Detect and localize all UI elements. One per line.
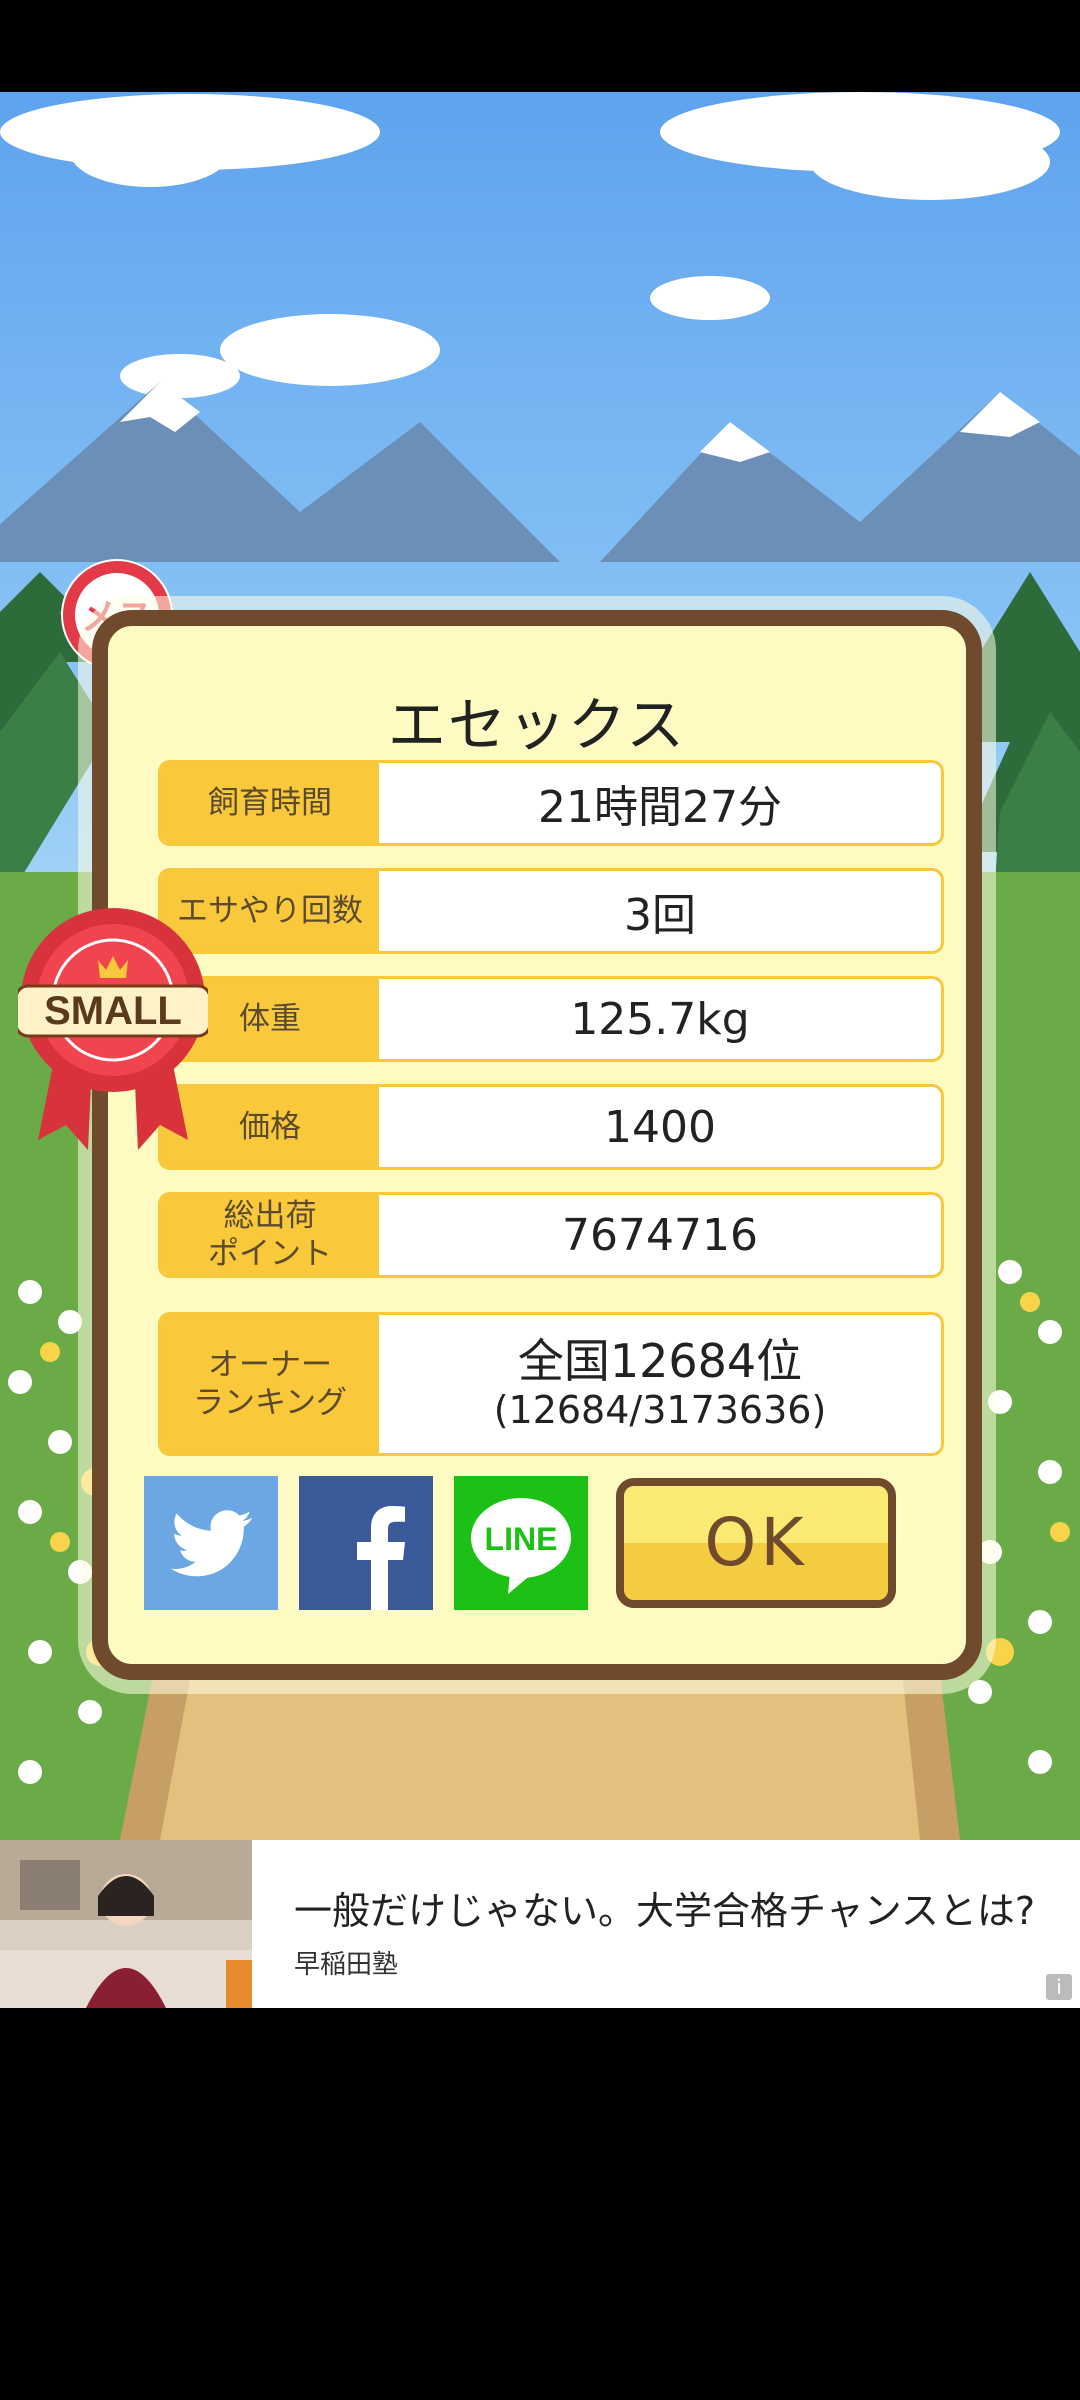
info-icon[interactable]: i bbox=[1046, 1974, 1072, 2000]
stat-row-weight: 体重 125.7kg bbox=[158, 976, 944, 1062]
stat-value: 125.7kg bbox=[570, 993, 750, 1045]
line-share-button[interactable]: LINE bbox=[454, 1476, 588, 1610]
pig-name-title: エセックス bbox=[387, 691, 687, 759]
small-size-ribbon-icon: SMALL bbox=[18, 908, 208, 1150]
facebook-share-button[interactable] bbox=[299, 1476, 433, 1610]
ad-headline[interactable]: 一般だけじゃない。大学合格チャンスとは? bbox=[294, 1880, 1035, 1935]
stat-value: 3回 bbox=[624, 890, 696, 941]
stat-label: 総出荷 ポイント bbox=[161, 1195, 379, 1275]
stat-label: オーナー ランキング bbox=[161, 1315, 379, 1453]
stat-value: 1400 bbox=[604, 1101, 716, 1153]
twitter-share-button[interactable] bbox=[144, 1476, 278, 1610]
stat-value: 21時間27分 bbox=[538, 782, 782, 833]
ok-button[interactable]: OK bbox=[616, 1478, 896, 1608]
ok-button-label: OK bbox=[704, 1504, 808, 1581]
ad-image bbox=[0, 1840, 252, 2008]
ad-banner[interactable]: 一般だけじゃない。大学合格チャンスとは? 早稲田塾 i bbox=[0, 1840, 1080, 2008]
stat-label: 飼育時間 bbox=[161, 763, 379, 843]
game-scene: メス エセックス 飼育時間 21時間27分 エサやり回数 3回 体重 125.7… bbox=[0, 92, 1080, 1840]
size-badge-text: SMALL bbox=[44, 989, 182, 1033]
ranking-detail: (12684/3173636) bbox=[493, 1388, 827, 1432]
ranking-position: 全国12684位 bbox=[517, 1334, 803, 1388]
ad-advertiser: 早稲田塾 bbox=[294, 1950, 399, 1980]
stat-row-breeding-time: 飼育時間 21時間27分 bbox=[158, 760, 944, 846]
result-dialog: エセックス 飼育時間 21時間27分 エサやり回数 3回 体重 125.7kg … bbox=[92, 610, 982, 1680]
ranking-value: 全国12684位 (12684/3173636) bbox=[379, 1315, 941, 1453]
stat-value: 7674716 bbox=[562, 1209, 758, 1261]
stat-row-feed-count: エサやり回数 3回 bbox=[158, 868, 944, 954]
stat-row-price: 価格 1400 bbox=[158, 1084, 944, 1170]
stat-row-total-shipping-points: 総出荷 ポイント 7674716 bbox=[158, 1192, 944, 1278]
stat-row-owner-ranking: オーナー ランキング 全国12684位 (12684/3173636) bbox=[158, 1312, 944, 1456]
line-logo-text: LINE bbox=[485, 1521, 558, 1557]
